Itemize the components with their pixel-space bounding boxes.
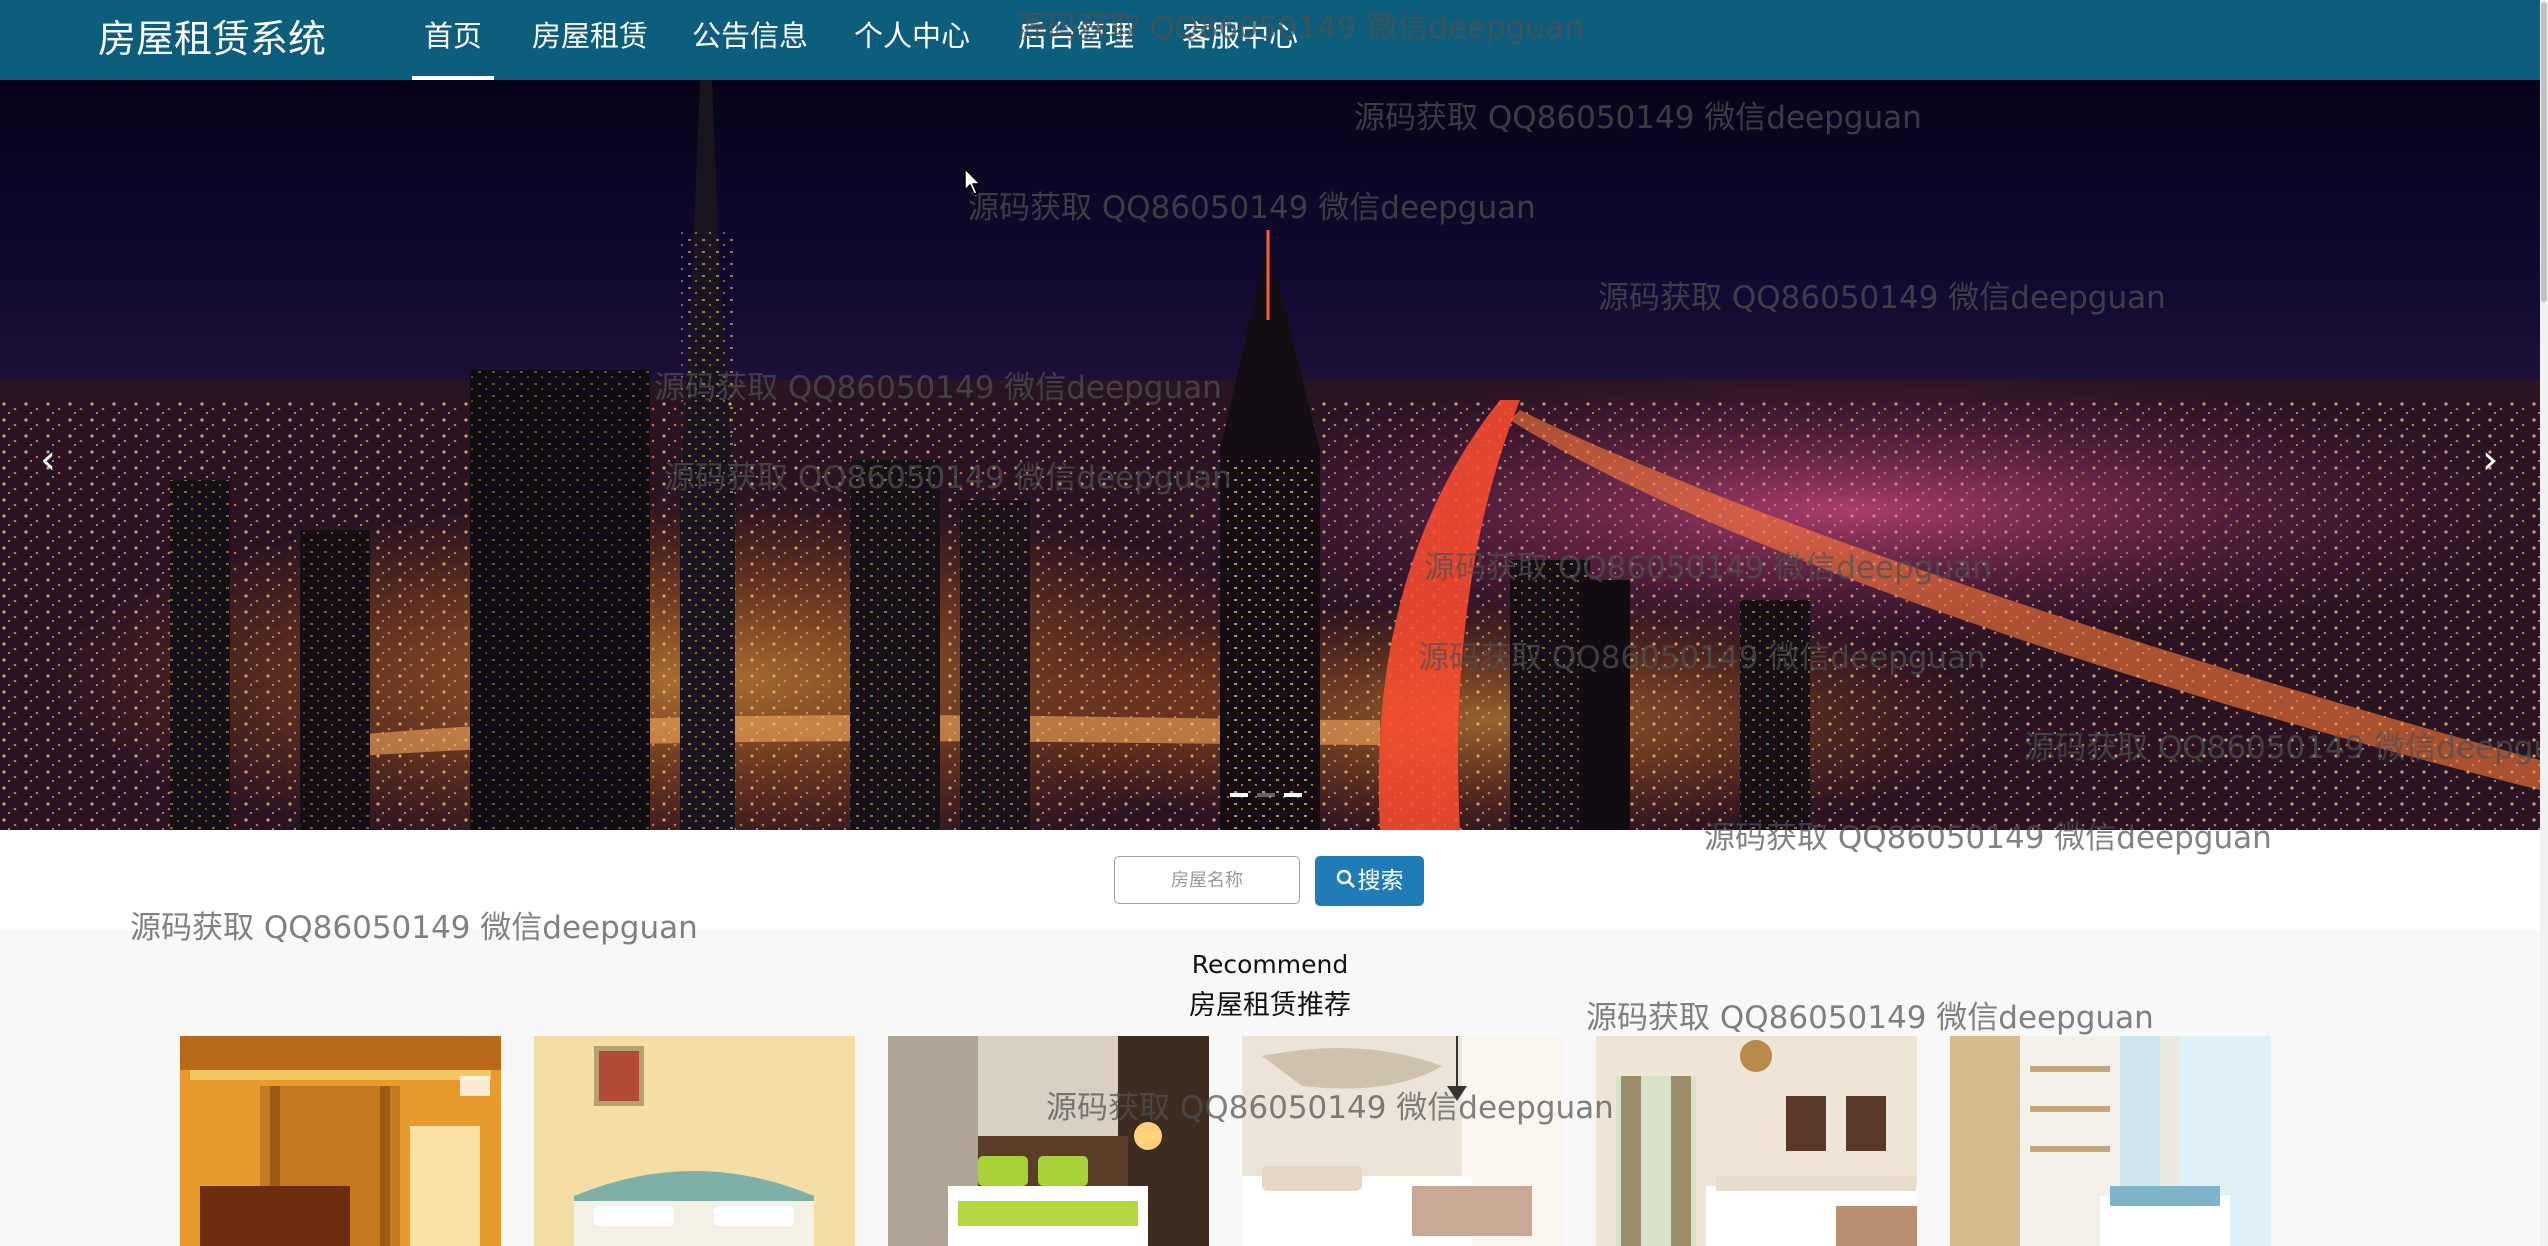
search-button-label: 搜索 xyxy=(1357,868,1404,894)
bedroom-photo-1 xyxy=(180,1036,501,1246)
recommend-section: Recommend 房屋租赁推荐 xyxy=(0,930,2540,1246)
nav-customer-service[interactable]: 客服中心 xyxy=(1180,0,1300,76)
bedroom-photo-4 xyxy=(1242,1036,1563,1246)
house-card[interactable] xyxy=(1596,1036,1917,1246)
carousel-next-icon[interactable]: › xyxy=(2468,430,2512,490)
city-night-image xyxy=(0,80,2540,830)
search-button[interactable]: 搜索 xyxy=(1315,856,1424,906)
house-card[interactable] xyxy=(534,1036,855,1246)
search-icon xyxy=(1336,857,1356,907)
recommend-title-en: Recommend xyxy=(1191,950,1349,979)
recommend-title-cn: 房屋租赁推荐 xyxy=(1189,990,1351,1021)
bedroom-photo-3 xyxy=(888,1036,1209,1246)
site-title: 房屋租赁系统 xyxy=(98,17,327,61)
bedroom-photo-6 xyxy=(1950,1036,2271,1246)
carousel-dot-2[interactable] xyxy=(1257,793,1275,797)
mouse-cursor-icon xyxy=(964,168,982,195)
nav-admin[interactable]: 后台管理 xyxy=(1016,0,1136,76)
bedroom-photo-2 xyxy=(534,1036,855,1246)
carousel-prev-icon[interactable]: ‹ xyxy=(26,430,70,490)
house-name-search-input[interactable] xyxy=(1114,856,1300,904)
nav-announcements[interactable]: 公告信息 xyxy=(690,0,810,76)
house-card[interactable] xyxy=(1242,1036,1563,1246)
nav-home[interactable]: 首页 xyxy=(412,0,494,80)
house-card[interactable] xyxy=(1950,1036,2271,1246)
page-scrollbar[interactable] xyxy=(2540,0,2548,1246)
carousel-dot-1[interactable] xyxy=(1230,793,1248,797)
hero-carousel[interactable]: ‹ › xyxy=(0,80,2540,830)
nav-house-rental[interactable]: 房屋租赁 xyxy=(530,0,650,76)
scrollbar-thumb[interactable] xyxy=(2541,2,2547,302)
house-card[interactable] xyxy=(888,1036,1209,1246)
top-navbar: 房屋租赁系统 首页 房屋租赁 公告信息 个人中心 后台管理 客服中心 xyxy=(0,0,2540,80)
carousel-dot-3[interactable] xyxy=(1284,793,1302,797)
house-card[interactable] xyxy=(180,1036,501,1246)
bedroom-photo-5 xyxy=(1596,1036,1917,1246)
nav-personal-center[interactable]: 个人中心 xyxy=(852,0,972,76)
